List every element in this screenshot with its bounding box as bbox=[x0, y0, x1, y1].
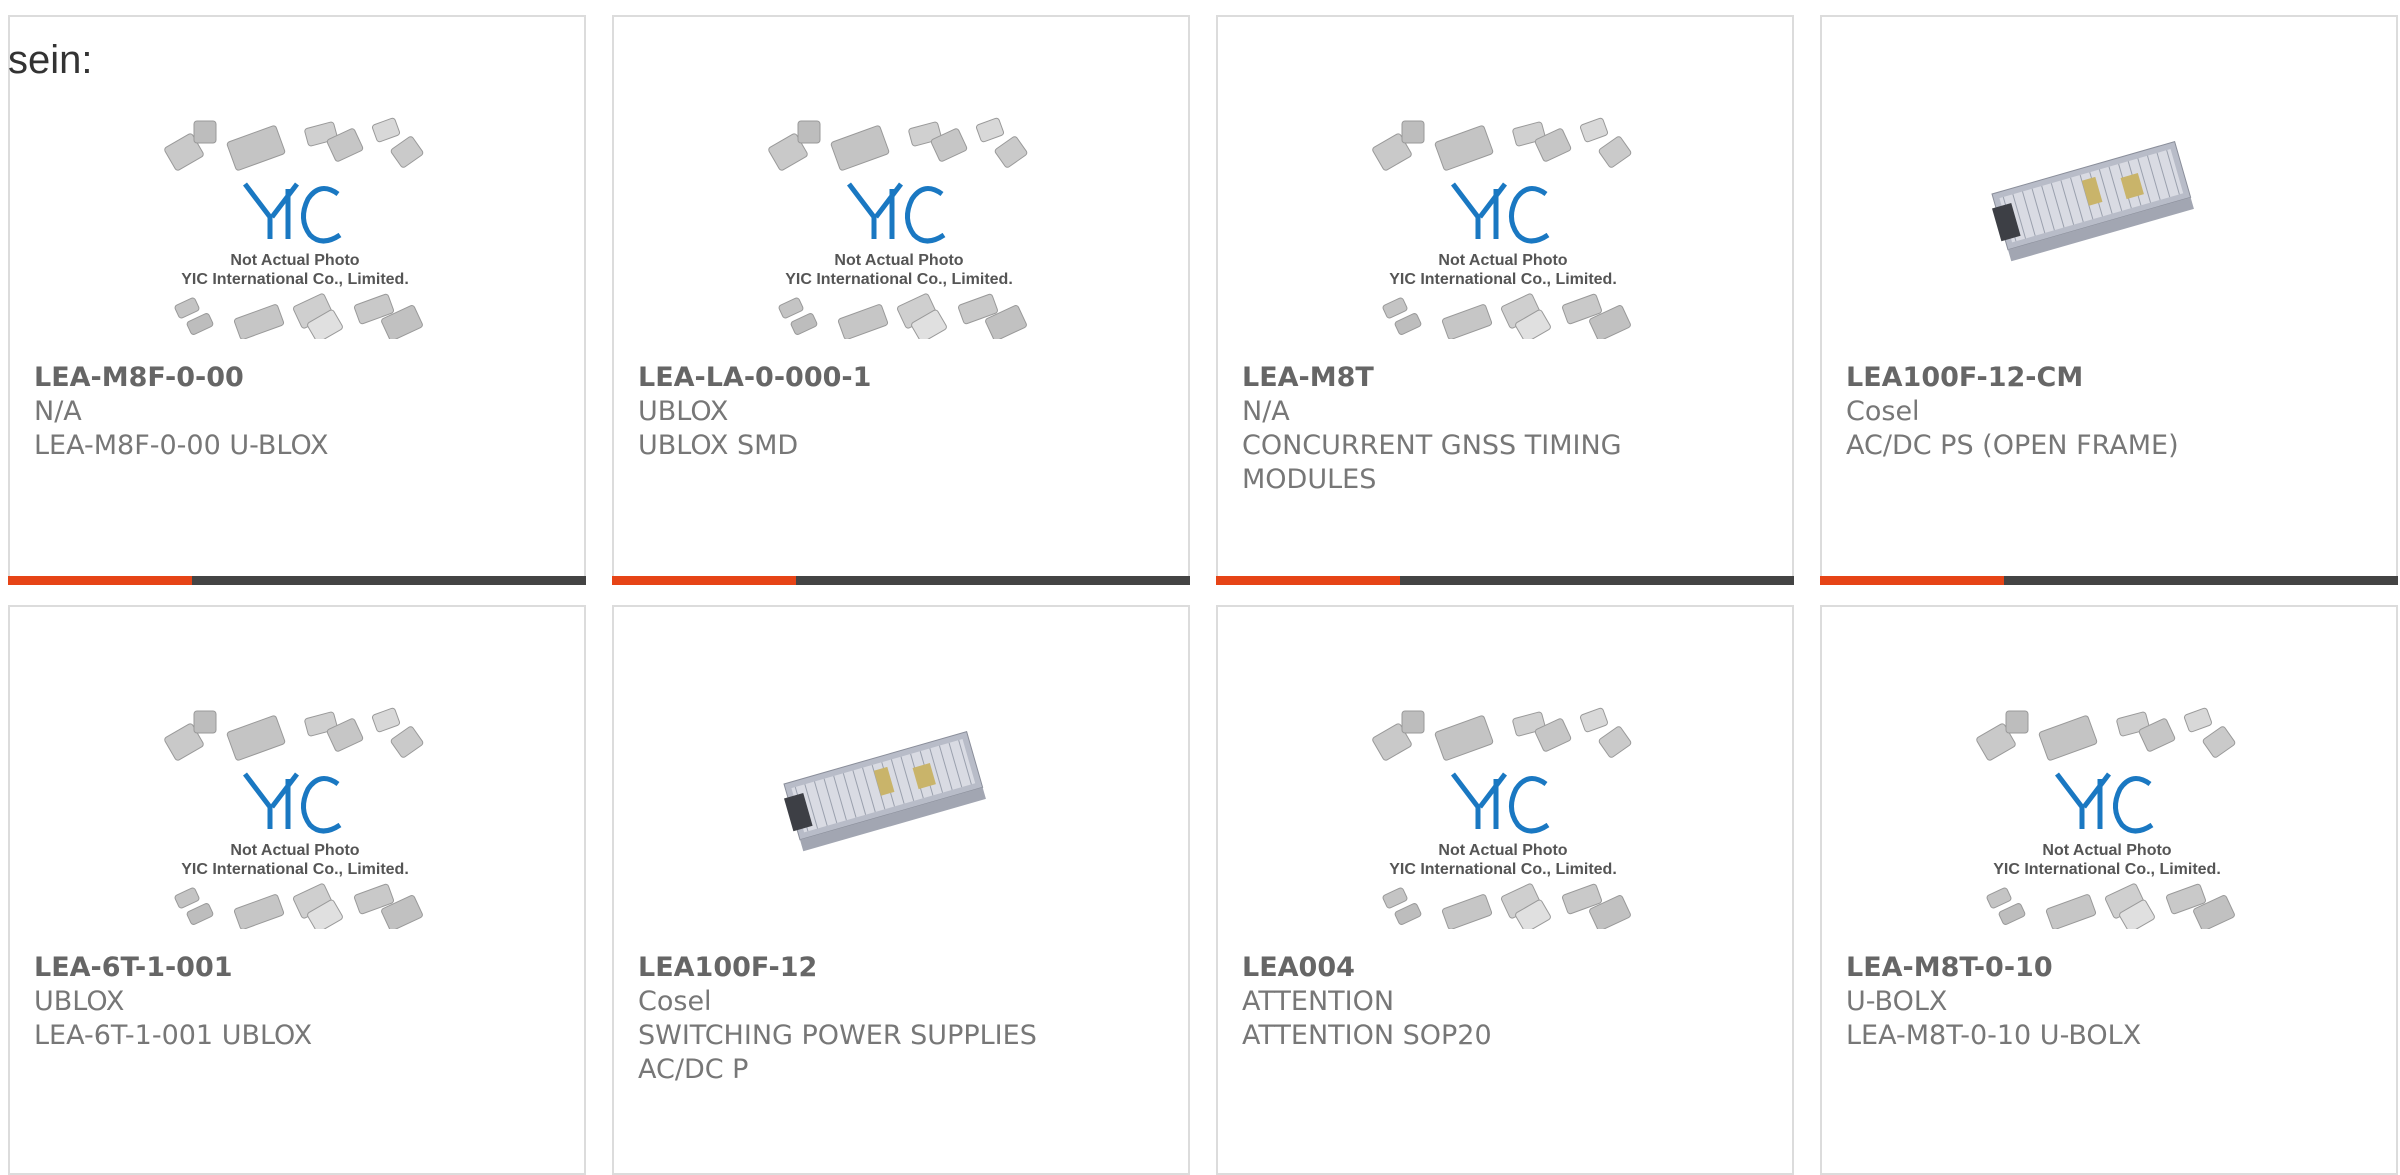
company-name-text: YIC International Co., Limited. bbox=[181, 271, 409, 288]
part-number-link[interactable]: LEA004 bbox=[1242, 951, 1772, 985]
not-actual-photo-text: Not Actual Photo bbox=[2042, 842, 2171, 859]
placeholder-product-image[interactable]: Not Actual Photo YIC International Co., … bbox=[1368, 99, 1638, 343]
company-name-text: YIC International Co., Limited. bbox=[1389, 861, 1617, 878]
product-card[interactable]: Not Actual Photo YIC International Co., … bbox=[612, 15, 1190, 585]
product-card[interactable]: Not Actual Photo YIC International Co., … bbox=[8, 605, 586, 1175]
product-card[interactable]: LEA100F-12 Cosel SWITCHING POWER SUPPLIE… bbox=[612, 605, 1190, 1175]
card-bottom-bar bbox=[8, 576, 586, 585]
product-card[interactable]: Not Actual Photo YIC International Co., … bbox=[1216, 605, 1794, 1175]
placeholder-product-image[interactable]: Not Actual Photo YIC International Co., … bbox=[1972, 689, 2242, 933]
company-name-text: YIC International Co., Limited. bbox=[181, 861, 409, 878]
not-actual-photo-text: Not Actual Photo bbox=[230, 842, 359, 859]
part-number-link[interactable]: LEA100F-12-CM bbox=[1846, 361, 2376, 395]
description: UBLOX SMD bbox=[638, 430, 799, 461]
manufacturer: UBLOX bbox=[34, 986, 125, 1017]
product-card[interactable]: LEA100F-12-CM Cosel AC/DC PS (OPEN FRAME… bbox=[1820, 15, 2398, 585]
description: LEA-M8F-0-00 U-BLOX bbox=[34, 430, 329, 461]
manufacturer: ATTENTION bbox=[1242, 986, 1395, 1017]
part-number-link[interactable]: LEA-LA-0-000-1 bbox=[638, 361, 1168, 395]
not-actual-photo-text: Not Actual Photo bbox=[1438, 842, 1567, 859]
not-actual-photo-text: Not Actual Photo bbox=[230, 252, 359, 269]
description: SWITCHING POWER SUPPLIES AC/DC P bbox=[638, 1020, 1037, 1085]
description: LEA-6T-1-001 UBLOX bbox=[34, 1020, 313, 1051]
company-name-text: YIC International Co., Limited. bbox=[1389, 271, 1617, 288]
description: ATTENTION SOP20 bbox=[1242, 1020, 1492, 1051]
card-bottom-bar bbox=[1216, 576, 1794, 585]
placeholder-product-image[interactable]: Not Actual Photo YIC International Co., … bbox=[160, 99, 430, 343]
placeholder-product-image[interactable]: Not Actual Photo YIC International Co., … bbox=[1368, 689, 1638, 933]
manufacturer: Cosel bbox=[638, 986, 712, 1017]
manufacturer: Cosel bbox=[1846, 396, 1920, 427]
section-heading: sein: bbox=[8, 38, 93, 82]
power-supply-product-image[interactable] bbox=[1972, 99, 2242, 339]
part-number-link[interactable]: LEA-M8T bbox=[1242, 361, 1772, 395]
product-card[interactable]: Not Actual Photo YIC International Co., … bbox=[1216, 15, 1794, 585]
description: AC/DC PS (OPEN FRAME) bbox=[1846, 430, 2179, 461]
manufacturer: N/A bbox=[34, 396, 82, 427]
manufacturer: U-BOLX bbox=[1846, 986, 1948, 1017]
company-name-text: YIC International Co., Limited. bbox=[785, 271, 1013, 288]
part-number-link[interactable]: LEA100F-12 bbox=[638, 951, 1168, 985]
not-actual-photo-text: Not Actual Photo bbox=[1438, 252, 1567, 269]
product-card[interactable]: Not Actual Photo YIC International Co., … bbox=[8, 15, 586, 585]
description: LEA-M8T-0-10 U-BOLX bbox=[1846, 1020, 2142, 1051]
placeholder-product-image[interactable]: Not Actual Photo YIC International Co., … bbox=[764, 99, 1034, 343]
part-number-link[interactable]: LEA-M8T-0-10 bbox=[1846, 951, 2376, 985]
not-actual-photo-text: Not Actual Photo bbox=[834, 252, 963, 269]
manufacturer: N/A bbox=[1242, 396, 1290, 427]
part-number-link[interactable]: LEA-6T-1-001 bbox=[34, 951, 564, 985]
power-supply-product-image[interactable] bbox=[764, 689, 1034, 929]
description: CONCURRENT GNSS TIMING MODULES bbox=[1242, 430, 1622, 495]
product-card[interactable]: Not Actual Photo YIC International Co., … bbox=[1820, 605, 2398, 1175]
card-bottom-bar bbox=[1820, 576, 2398, 585]
placeholder-product-image[interactable]: Not Actual Photo YIC International Co., … bbox=[160, 689, 430, 933]
part-number-link[interactable]: LEA-M8F-0-00 bbox=[34, 361, 564, 395]
company-name-text: YIC International Co., Limited. bbox=[1993, 861, 2221, 878]
card-bottom-bar bbox=[612, 576, 1190, 585]
manufacturer: UBLOX bbox=[638, 396, 729, 427]
